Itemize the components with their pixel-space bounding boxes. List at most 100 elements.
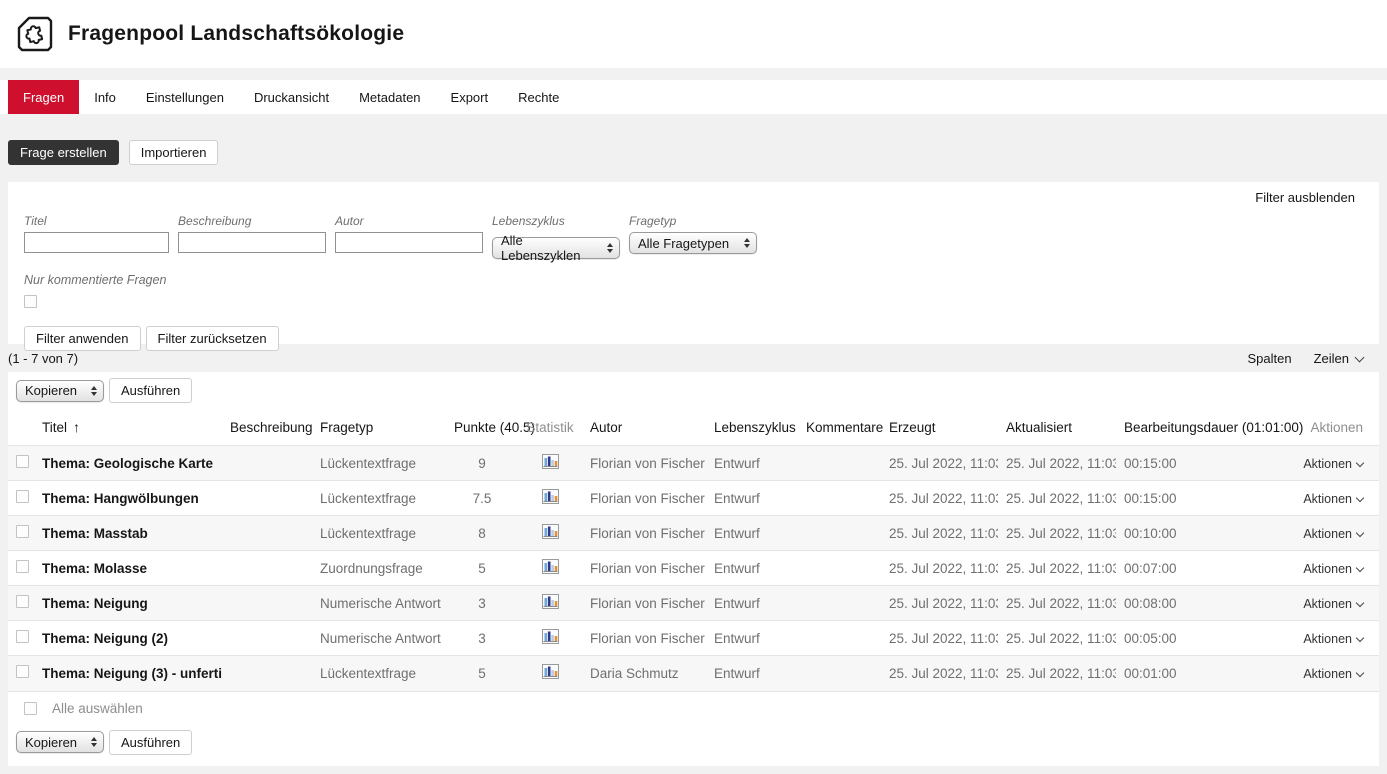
statistics-icon[interactable] — [542, 454, 559, 469]
lifecycle-cell: Entwurf — [706, 621, 798, 656]
tab-einstellungen[interactable]: Einstellungen — [131, 80, 239, 114]
chevron-down-icon — [1356, 458, 1364, 466]
reset-filter-button[interactable]: Filter zurücksetzen — [146, 326, 279, 351]
points-cell: 9 — [446, 446, 518, 481]
tab-metadaten[interactable]: Metadaten — [344, 80, 435, 114]
chevron-down-icon — [1356, 528, 1364, 536]
filter-description-input[interactable] — [178, 232, 326, 253]
hide-filter-link[interactable]: Filter ausblenden — [1255, 190, 1355, 205]
filter-question-type-select[interactable]: Alle Fragetypen — [629, 232, 757, 254]
tab-export[interactable]: Export — [436, 80, 504, 114]
tab-bar: Fragen Info Einstellungen Druckansicht M… — [0, 80, 1387, 114]
filter-panel: Filter ausblenden Titel Beschreibung Aut… — [8, 182, 1379, 344]
bulk-action-bottom: Kopieren Ausführen — [8, 725, 1379, 766]
column-header-type[interactable]: Fragetyp — [312, 409, 446, 446]
question-type-cell: Lückentextfrage — [312, 481, 446, 516]
header-checkbox-spacer — [8, 409, 34, 446]
actions-cell: Aktionen — [1287, 551, 1379, 586]
question-title-link[interactable]: Thema: Neigung — [42, 596, 148, 611]
question-title-link[interactable]: Thema: Neigung (3) - unfertig — [42, 666, 222, 681]
description-cell — [222, 516, 312, 551]
row-checkbox[interactable] — [16, 630, 29, 643]
comments-cell — [798, 586, 881, 621]
duration-cell: 00:15:00 — [1116, 481, 1287, 516]
column-header-created[interactable]: Erzeugt — [881, 409, 998, 446]
question-title-link[interactable]: Thema: Hangwölbungen — [42, 491, 199, 506]
apply-filter-button[interactable]: Filter anwenden — [24, 326, 141, 351]
row-actions-dropdown[interactable]: Aktionen — [1303, 667, 1371, 681]
question-title-cell: Thema: Molasse — [34, 551, 222, 586]
question-title-link[interactable]: Thema: Geologische Karte — [42, 456, 213, 471]
points-cell: 5 — [446, 551, 518, 586]
question-title-link[interactable]: Thema: Neigung (2) — [42, 631, 168, 646]
result-range-top: (1 - 7 von 7) — [8, 351, 78, 366]
rows-selection-dropdown[interactable]: Zeilen — [1314, 351, 1363, 366]
updated-cell: 25. Jul 2022, 11:03 — [998, 516, 1116, 551]
row-checkbox[interactable] — [16, 490, 29, 503]
duration-cell: 00:07:00 — [1116, 551, 1287, 586]
comments-cell — [798, 481, 881, 516]
question-title-link[interactable]: Thema: Molasse — [42, 561, 147, 576]
page-header: Fragenpool Landschaftsökologie — [0, 0, 1387, 68]
row-actions-dropdown[interactable]: Aktionen — [1303, 527, 1371, 541]
table-body: Thema: Geologische Karte Lückentextfrage9… — [8, 446, 1379, 691]
commented-only-checkbox[interactable] — [24, 295, 37, 308]
statistics-icon[interactable] — [542, 559, 559, 574]
row-checkbox[interactable] — [16, 560, 29, 573]
statistics-icon[interactable] — [542, 524, 559, 539]
row-checkbox[interactable] — [16, 455, 29, 468]
filter-title-input[interactable] — [24, 232, 169, 253]
table-row: Thema: Neigung (3) - unfertigLückentextf… — [8, 656, 1379, 691]
select-arrows-icon — [91, 386, 97, 396]
author-cell: Florian von Fischer — [582, 446, 706, 481]
column-header-description[interactable]: Beschreibung — [222, 409, 312, 446]
columns-selection-link[interactable]: Spalten — [1247, 351, 1291, 366]
row-checkbox[interactable] — [16, 595, 29, 608]
column-header-updated[interactable]: Aktualisiert — [998, 409, 1116, 446]
column-header-comments[interactable]: Kommentare — [798, 409, 881, 446]
table-row: Thema: HangwölbungenLückentextfrage7.5Fl… — [8, 481, 1379, 516]
row-actions-dropdown[interactable]: Aktionen — [1303, 632, 1371, 646]
column-header-author[interactable]: Autor — [582, 409, 706, 446]
statistics-icon[interactable] — [542, 489, 559, 504]
row-checkbox-cell — [8, 446, 34, 481]
row-checkbox-cell — [8, 656, 34, 691]
row-actions-dropdown[interactable]: Aktionen — [1303, 597, 1371, 611]
row-checkbox[interactable] — [16, 525, 29, 538]
tab-druckansicht[interactable]: Druckansicht — [239, 80, 344, 114]
question-title-link[interactable]: Thema: Masstab — [42, 526, 148, 541]
sort-ascending-icon: ↑ — [73, 419, 80, 435]
comments-cell — [798, 516, 881, 551]
statistics-icon[interactable] — [542, 664, 559, 679]
tab-info[interactable]: Info — [79, 80, 131, 114]
statistics-cell — [518, 586, 582, 621]
created-cell: 25. Jul 2022, 11:03 — [881, 656, 998, 691]
row-actions-dropdown[interactable]: Aktionen — [1303, 457, 1371, 471]
column-header-points[interactable]: Punkte (40.5) — [446, 409, 518, 446]
create-question-button[interactable]: Frage erstellen — [8, 140, 119, 165]
bulk-action-select-top[interactable]: Kopieren — [16, 380, 104, 402]
tab-fragen[interactable]: Fragen — [8, 80, 79, 114]
bulk-action-select-bottom[interactable]: Kopieren — [16, 731, 104, 753]
import-button[interactable]: Importieren — [129, 140, 219, 165]
author-cell: Florian von Fischer — [582, 586, 706, 621]
filter-title-label: Titel — [24, 214, 169, 228]
execute-button-bottom[interactable]: Ausführen — [109, 730, 192, 755]
filter-author-input[interactable] — [335, 232, 483, 253]
filter-lifecycle-select[interactable]: Alle Lebenszyklen — [492, 237, 620, 259]
created-cell: 25. Jul 2022, 11:03 — [881, 621, 998, 656]
row-actions-dropdown[interactable]: Aktionen — [1303, 562, 1371, 576]
updated-cell: 25. Jul 2022, 11:03 — [998, 586, 1116, 621]
column-header-lifecycle[interactable]: Lebenszyklus — [706, 409, 798, 446]
statistics-icon[interactable] — [542, 629, 559, 644]
lifecycle-cell: Entwurf — [706, 446, 798, 481]
row-checkbox[interactable] — [16, 665, 29, 678]
column-header-duration[interactable]: Bearbeitungsdauer (01:01:00) — [1116, 409, 1287, 446]
row-actions-dropdown[interactable]: Aktionen — [1303, 492, 1371, 506]
column-header-title[interactable]: Titel↑ — [34, 409, 222, 446]
select-all-checkbox[interactable] — [24, 702, 37, 715]
tab-rechte[interactable]: Rechte — [503, 80, 574, 114]
statistics-icon[interactable] — [542, 594, 559, 609]
duration-cell: 00:08:00 — [1116, 586, 1287, 621]
execute-button-top[interactable]: Ausführen — [109, 378, 192, 403]
